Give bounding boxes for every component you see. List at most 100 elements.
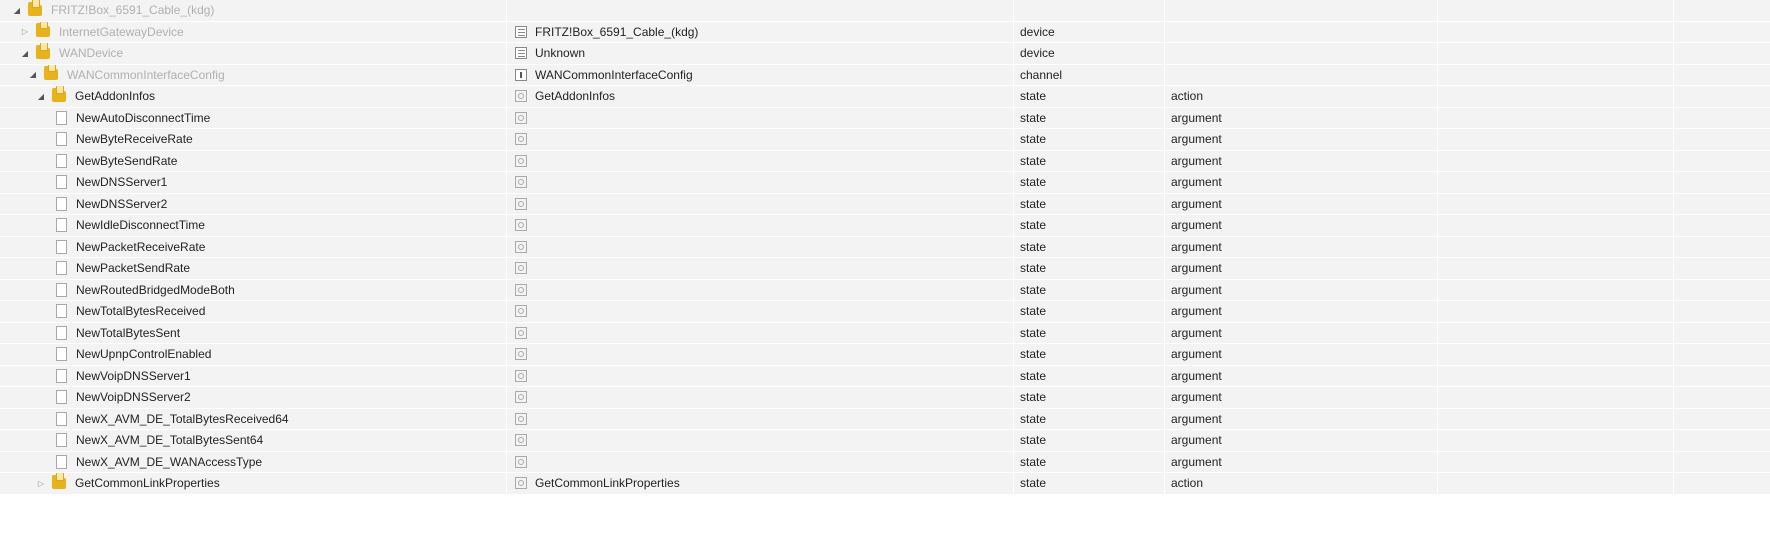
empty-cell <box>1438 86 1674 107</box>
file-icon <box>56 282 67 297</box>
state-icon <box>515 391 527 404</box>
empty-cell <box>1438 172 1674 193</box>
empty-cell <box>1438 215 1674 236</box>
tree-row[interactable]: NewByteReceiveRate state argument <box>0 129 1770 151</box>
file-icon <box>56 390 67 405</box>
object-name-cell <box>507 193 1014 214</box>
name-cell: NewByteReceiveRate <box>0 129 507 150</box>
tree-row[interactable]: NewUpnpControlEnabled state argument <box>0 344 1770 366</box>
role-cell: argument <box>1165 365 1438 386</box>
expand-icon[interactable]: ▷ <box>20 27 30 36</box>
tree-row[interactable]: ▷ InternetGatewayDevice FRITZ!Box_6591_Cab… <box>0 21 1770 43</box>
role-cell: argument <box>1165 193 1438 214</box>
type-cell: state <box>1014 215 1165 236</box>
role-cell <box>1165 64 1438 85</box>
state-icon <box>515 219 527 232</box>
tree-row[interactable]: NewVoipDNSServer2 state argument <box>0 387 1770 409</box>
file-icon <box>56 325 67 340</box>
empty-cell <box>1674 237 1770 258</box>
file-icon <box>56 304 67 319</box>
state-icon <box>515 348 527 361</box>
name-cell: NewPacketSendRate <box>0 258 507 279</box>
tree-row[interactable]: ▷ GetCommonLinkProperties GetCommonLinkPro… <box>0 473 1770 495</box>
state-icon <box>515 240 527 253</box>
tree-row[interactable]: NewVoipDNSServer1 state argument <box>0 365 1770 387</box>
node-name: NewDNSServer2 <box>76 196 168 211</box>
node-name: NewTotalBytesSent <box>76 325 181 340</box>
empty-cell <box>1438 408 1674 429</box>
object-name-cell <box>507 258 1014 279</box>
empty-cell <box>1438 365 1674 386</box>
node-name: NewUpnpControlEnabled <box>76 347 212 362</box>
state-icon <box>515 111 527 124</box>
node-name: NewX_AVM_DE_TotalBytesSent64 <box>76 433 264 448</box>
node-name: NewDNSServer1 <box>76 175 168 190</box>
name-cell: NewVoipDNSServer2 <box>0 387 507 408</box>
type-cell: state <box>1014 430 1165 451</box>
role-cell: argument <box>1165 387 1438 408</box>
node-name: NewTotalBytesReceived <box>76 304 206 319</box>
role-cell: argument <box>1165 430 1438 451</box>
empty-cell <box>1438 322 1674 343</box>
role-cell: argument <box>1165 279 1438 300</box>
tree-row[interactable]: ◢ WANCommonInterfaceConfig WANCommonInterf… <box>0 64 1770 86</box>
node-name: NewX_AVM_DE_WANAccessType <box>76 454 263 469</box>
type-cell: state <box>1014 365 1165 386</box>
tree-row[interactable]: NewPacketReceiveRate state argument <box>0 236 1770 258</box>
collapse-icon[interactable]: ◢ <box>28 70 38 79</box>
tree-row[interactable]: NewX_AVM_DE_TotalBytesSent64 state argumen… <box>0 430 1770 452</box>
tree-row[interactable]: ◢ FRITZ!Box_6591_Cable_(kdg) <box>0 0 1770 22</box>
object-name-cell <box>507 215 1014 236</box>
empty-cell <box>1438 129 1674 150</box>
empty-cell <box>1674 452 1770 473</box>
name-cell: NewIdleDisconnectTime <box>0 215 507 236</box>
collapse-icon[interactable]: ◢ <box>20 49 30 58</box>
tree-row[interactable]: ◢ GetAddonInfos GetAddonInfos state action <box>0 86 1770 108</box>
state-icon <box>515 176 527 189</box>
role-cell <box>1165 21 1438 42</box>
node-name: NewByteReceiveRate <box>76 132 193 147</box>
tree-row[interactable]: NewDNSServer1 state argument <box>0 172 1770 194</box>
type-cell: state <box>1014 86 1165 107</box>
node-name: NewPacketSendRate <box>76 261 191 276</box>
collapse-icon[interactable]: ◢ <box>12 6 22 15</box>
tree-row[interactable]: NewRoutedBridgedModeBoth state argument <box>0 279 1770 301</box>
object-name-cell <box>507 430 1014 451</box>
object-name: Unknown <box>535 46 586 61</box>
state-icon <box>515 412 527 425</box>
name-cell: NewUpnpControlEnabled <box>0 344 507 365</box>
role-cell <box>1165 0 1438 21</box>
tree-row[interactable]: NewIdleDisconnectTime state argument <box>0 215 1770 237</box>
empty-cell <box>1438 301 1674 322</box>
expand-icon[interactable]: ▷ <box>36 479 46 488</box>
name-cell: ▷ InternetGatewayDevice <box>0 21 507 42</box>
tree-row[interactable]: NewByteSendRate state argument <box>0 150 1770 172</box>
tree-row[interactable]: NewX_AVM_DE_WANAccessType state argument <box>0 451 1770 473</box>
node-name: WANCommonInterfaceConfig <box>67 67 225 82</box>
object-name-cell <box>507 172 1014 193</box>
name-cell: ◢ GetAddonInfos <box>0 86 507 107</box>
empty-cell <box>1438 107 1674 128</box>
node-name: NewRoutedBridgedModeBoth <box>76 282 235 297</box>
file-icon <box>56 433 67 448</box>
device-icon <box>515 47 527 60</box>
state-icon <box>515 197 527 210</box>
object-name: FRITZ!Box_6591_Cable_(kdg) <box>535 24 699 39</box>
collapse-icon[interactable]: ◢ <box>36 92 46 101</box>
tree-row[interactable]: NewTotalBytesReceived state argument <box>0 301 1770 323</box>
node-name: NewByteSendRate <box>76 153 178 168</box>
tree-row[interactable]: NewPacketSendRate state argument <box>0 258 1770 280</box>
name-cell: NewTotalBytesReceived <box>0 301 507 322</box>
state-icon <box>515 455 527 468</box>
tree-row[interactable]: ◢ WANDevice Unknown device <box>0 43 1770 65</box>
role-cell: argument <box>1165 236 1438 257</box>
object-tree: ◢ FRITZ!Box_6591_Cable_(kdg) ▷ InternetGate… <box>0 0 1770 495</box>
tree-row[interactable]: NewTotalBytesSent state argument <box>0 322 1770 344</box>
empty-cell <box>1438 451 1674 472</box>
role-cell: argument <box>1165 129 1438 150</box>
role-cell: argument <box>1165 301 1438 322</box>
tree-row[interactable]: NewDNSServer2 state argument <box>0 193 1770 215</box>
tree-row[interactable]: NewX_AVM_DE_TotalBytesReceived64 state arg… <box>0 408 1770 430</box>
type-cell: state <box>1014 451 1165 472</box>
tree-row[interactable]: NewAutoDisconnectTime state argument <box>0 107 1770 129</box>
